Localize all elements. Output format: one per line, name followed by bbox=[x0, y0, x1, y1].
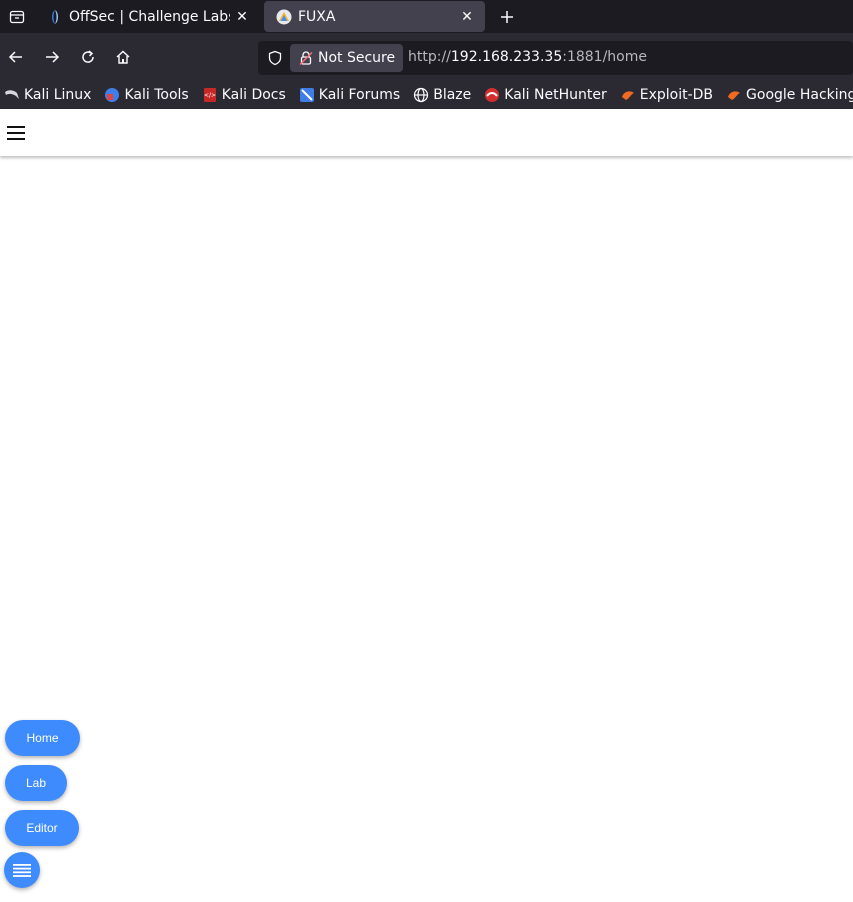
nethunter-icon bbox=[484, 87, 500, 103]
sidenav-toggle-button[interactable] bbox=[6, 125, 26, 141]
page-content: Home Lab Editor bbox=[0, 109, 853, 902]
ghdb-icon bbox=[726, 87, 742, 103]
bookmark-kali-linux[interactable]: Kali Linux bbox=[4, 87, 91, 103]
editor-fab-button[interactable]: Editor bbox=[5, 810, 79, 846]
new-tab-button[interactable] bbox=[494, 4, 520, 30]
url-text[interactable]: http://192.168.233.35:1881/home bbox=[408, 49, 647, 65]
bookmark-label: Exploit-DB bbox=[639, 87, 714, 103]
bookmark-blaze[interactable]: Blaze bbox=[413, 87, 471, 103]
shield-icon[interactable] bbox=[264, 47, 286, 69]
offsec-icon bbox=[47, 9, 63, 25]
kali-forums-icon bbox=[299, 87, 315, 103]
bookmark-google-hacking-db[interactable]: Google Hacking DB bbox=[726, 87, 853, 103]
kali-docs-icon: </> bbox=[202, 87, 218, 103]
bookmark-label: Kali Linux bbox=[24, 87, 92, 103]
reload-icon bbox=[82, 50, 94, 63]
globe-icon bbox=[413, 87, 429, 103]
bookmark-kali-nethunter[interactable]: Kali NetHunter bbox=[484, 87, 607, 103]
bookmark-label: Kali Docs bbox=[221, 87, 286, 103]
home-icon bbox=[116, 50, 130, 64]
tab-fuxa[interactable]: FUXA ✕ bbox=[264, 1, 485, 32]
kali-dragon-icon bbox=[4, 87, 20, 103]
bookmark-kali-tools[interactable]: Kali Tools bbox=[104, 87, 189, 103]
bookmark-label: Google Hacking DB bbox=[746, 87, 853, 103]
app-header bbox=[0, 109, 853, 156]
arrow-right-icon bbox=[46, 51, 60, 63]
menu-icon bbox=[7, 126, 25, 140]
fab-menu-button[interactable] bbox=[4, 852, 40, 888]
back-button[interactable] bbox=[2, 43, 30, 71]
tab-title: FUXA bbox=[298, 8, 336, 25]
tab-offsec[interactable]: OffSec | Challenge Labs ✕ bbox=[35, 0, 260, 33]
kali-tools-icon bbox=[104, 87, 120, 103]
arrow-left-icon bbox=[8, 51, 22, 63]
tab-list-icon bbox=[9, 10, 25, 24]
close-icon[interactable]: ✕ bbox=[230, 5, 254, 29]
tab-strip: OffSec | Challenge Labs ✕ FUXA ✕ bbox=[0, 0, 853, 33]
menu-icon bbox=[13, 863, 31, 877]
bookmark-label: Blaze bbox=[433, 87, 472, 103]
svg-text:</>: </> bbox=[204, 92, 216, 99]
url-scheme: http:// bbox=[408, 49, 451, 65]
not-secure-label: Not Secure bbox=[318, 50, 396, 66]
insecure-lock-icon bbox=[298, 50, 314, 66]
bookmark-label: Kali Tools bbox=[124, 87, 189, 103]
bookmark-kali-docs[interactable]: </> Kali Docs bbox=[202, 87, 286, 103]
bookmarks-toolbar: Kali Linux Kali Tools </> Kali Docs Kali… bbox=[0, 81, 853, 109]
exploit-db-icon bbox=[620, 87, 636, 103]
lab-fab-button[interactable]: Lab bbox=[5, 765, 67, 801]
url-bar[interactable]: Not Secure http://192.168.233.35:1881/ho… bbox=[258, 41, 853, 75]
home-fab-button[interactable]: Home bbox=[5, 720, 80, 756]
forward-button[interactable] bbox=[38, 43, 66, 71]
close-icon[interactable]: ✕ bbox=[455, 5, 479, 29]
not-secure-badge[interactable]: Not Secure bbox=[290, 44, 404, 72]
tab-title: OffSec | Challenge Labs bbox=[69, 8, 230, 25]
nav-toolbar: Not Secure http://192.168.233.35:1881/ho… bbox=[0, 33, 853, 81]
home-button[interactable] bbox=[109, 43, 137, 71]
fuxa-icon bbox=[276, 9, 292, 25]
bookmark-label: Kali NetHunter bbox=[504, 87, 607, 103]
plus-icon bbox=[501, 11, 513, 23]
bookmark-kali-forums[interactable]: Kali Forums bbox=[299, 87, 400, 103]
url-host: 192.168.233.35 bbox=[450, 49, 563, 65]
bookmark-exploit-db[interactable]: Exploit-DB bbox=[620, 87, 713, 103]
tab-list-button[interactable] bbox=[4, 4, 30, 30]
bookmark-label: Kali Forums bbox=[318, 87, 401, 103]
reload-button[interactable] bbox=[74, 43, 102, 71]
url-path: :1881/home bbox=[562, 49, 647, 65]
